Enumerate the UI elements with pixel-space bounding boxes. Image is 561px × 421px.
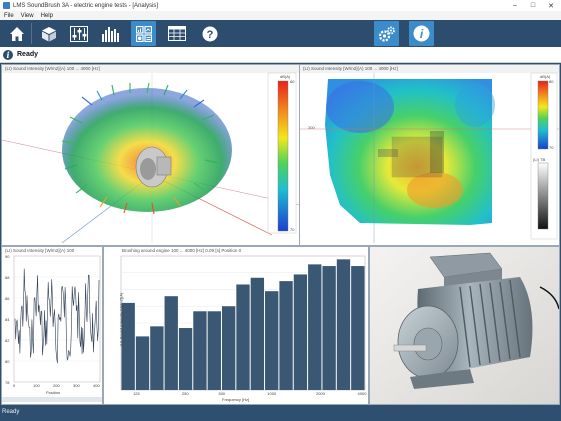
bar-chart-xtick: 2000 (316, 391, 325, 396)
bar-chart-xtick: 250 (181, 391, 189, 396)
map-panel-title: (LI) Sound Intensity [W/m2](A) 100 ... 4… (303, 66, 398, 71)
sliders-icon (69, 25, 88, 42)
3d-intensity-view[interactable] (2, 65, 299, 245)
info-icon: i (413, 25, 430, 42)
menu-help[interactable]: Help (41, 13, 53, 19)
bar-chart-xtick: 125 (133, 391, 140, 396)
bar-chart-xtick: 500 (218, 391, 226, 396)
status-info-icon: i (3, 49, 13, 60)
bar-7[interactable] (221, 306, 236, 390)
menu-file[interactable]: File (4, 13, 14, 19)
time-plot-xtick: 200 (53, 383, 60, 388)
bar-12[interactable] (293, 274, 308, 390)
time-plot-ytick: 88 (5, 275, 10, 280)
motor-photo (370, 247, 559, 404)
spectrum-icon (101, 26, 119, 42)
time-plot-ytick: 80 (5, 359, 10, 364)
bar-5[interactable] (193, 311, 207, 390)
time-plot-ytick: 86 (5, 296, 10, 301)
spectrum-bar-chart[interactable] (104, 247, 368, 404)
bar-10[interactable] (265, 291, 279, 390)
time-plot[interactable] (2, 247, 102, 404)
toolbar-separator (31, 23, 32, 44)
bar-13[interactable] (308, 264, 322, 390)
3d-colorbar-tick-top: 80 (290, 79, 295, 84)
window-title-bar: LMS SoundBrush 3A - electric engine test… (0, 0, 561, 11)
analysis-button[interactable] (131, 21, 156, 46)
bar-11[interactable] (279, 281, 293, 390)
main-toolbar: ? i (0, 20, 561, 47)
settings-button[interactable] (374, 21, 399, 46)
time-plot-ytick: 78 (5, 380, 10, 385)
help-button[interactable]: ? (197, 21, 222, 46)
bar-chart-xtick: 4000 (357, 391, 367, 396)
motor-photo-panel (369, 246, 560, 405)
2d-map-panel[interactable]: (LI) Sound Intensity [W/m2](A) 100 ... 4… (299, 64, 560, 246)
window-title: LMS SoundBrush 3A - electric engine test… (13, 2, 159, 9)
maximize-button[interactable]: □ (524, 0, 542, 11)
map-colorbar-tick-top: 80 (549, 79, 554, 84)
bar-2[interactable] (150, 326, 164, 390)
bar-1[interactable] (135, 336, 150, 390)
help-icon: ? (202, 26, 217, 41)
spectrum-button[interactable] (98, 21, 123, 46)
time-plot-xtick: 400 (93, 383, 100, 388)
time-plot-ytick: 90 (5, 254, 10, 259)
status-bar-top: i Ready (0, 47, 561, 63)
bar-9[interactable] (250, 277, 265, 390)
time-plot-xtick: 0 (13, 383, 16, 388)
cube-icon (41, 26, 56, 41)
info-button[interactable]: i (409, 21, 434, 46)
footer-status-text: Ready (2, 409, 20, 415)
bar-14[interactable] (322, 266, 336, 390)
app-logo-icon (3, 2, 10, 9)
minimize-button[interactable]: – (506, 0, 524, 11)
bar-chart-ylabel: (LI) Sound Intensity [W/m2](A) (118, 292, 124, 347)
home-icon (9, 26, 24, 41)
time-plot-ytick: 84 (5, 317, 10, 322)
close-button[interactable]: ✕ (542, 0, 560, 11)
3d-colorbar-tick-bottom: 70 (290, 227, 295, 232)
menu-view[interactable]: View (21, 13, 34, 19)
bar-3[interactable] (164, 296, 178, 390)
bar-16[interactable] (351, 266, 365, 390)
map-axis-mark: 300 (308, 125, 315, 130)
bar-chart-xlabel: Frequency [Hz] (222, 397, 250, 402)
3d-colorbar-unit: dB(A) (280, 74, 291, 79)
3d-intensity-panel[interactable]: (LI) Sound Intensity [W/m2](A) 100 ... 4… (1, 64, 300, 246)
time-plot-panel[interactable]: (LI) Sound Intensity [W/m2](A) 100 90 88 8… (1, 246, 103, 405)
bar-15[interactable] (336, 259, 351, 390)
time-plot-xlabel: Position (46, 390, 61, 395)
map-colorbar-tick-bottom: 70 (549, 145, 554, 150)
bar-8[interactable] (236, 284, 250, 390)
3d-model-button[interactable] (36, 21, 61, 46)
status-text: Ready (17, 51, 39, 58)
map-tb-label: (LI) TB (533, 157, 546, 162)
table-button[interactable] (164, 21, 189, 46)
analysis-grid-icon (135, 25, 152, 42)
bar-4[interactable] (178, 328, 193, 390)
table-icon (167, 26, 186, 41)
3d-panel-title: (LI) Sound Intensity [W/m2](A) 100 ... 4… (5, 66, 100, 71)
time-plot-xtick: 300 (73, 383, 80, 388)
settings-gears-icon (378, 26, 395, 42)
bar-6[interactable] (207, 311, 221, 390)
time-plot-title: (LI) Sound Intensity [W/m2](A) 100 (5, 248, 75, 253)
bar-chart-xtick: 1000 (267, 391, 277, 396)
sliders-button[interactable] (66, 21, 91, 46)
time-plot-xtick: 100 (33, 383, 40, 388)
time-plot-ytick: 82 (5, 338, 10, 343)
bar-chart-title: Brushing around engine 100 ... 4000 [Hz]… (122, 248, 242, 253)
bar-chart-panel[interactable]: Brushing around engine 100 ... 4000 [Hz]… (103, 246, 369, 405)
2d-intensity-map[interactable] (300, 65, 559, 245)
bar-0[interactable] (121, 302, 135, 390)
home-button[interactable] (4, 21, 29, 46)
status-bar-bottom: Ready (0, 405, 561, 421)
svg-text:?: ? (206, 29, 213, 41)
